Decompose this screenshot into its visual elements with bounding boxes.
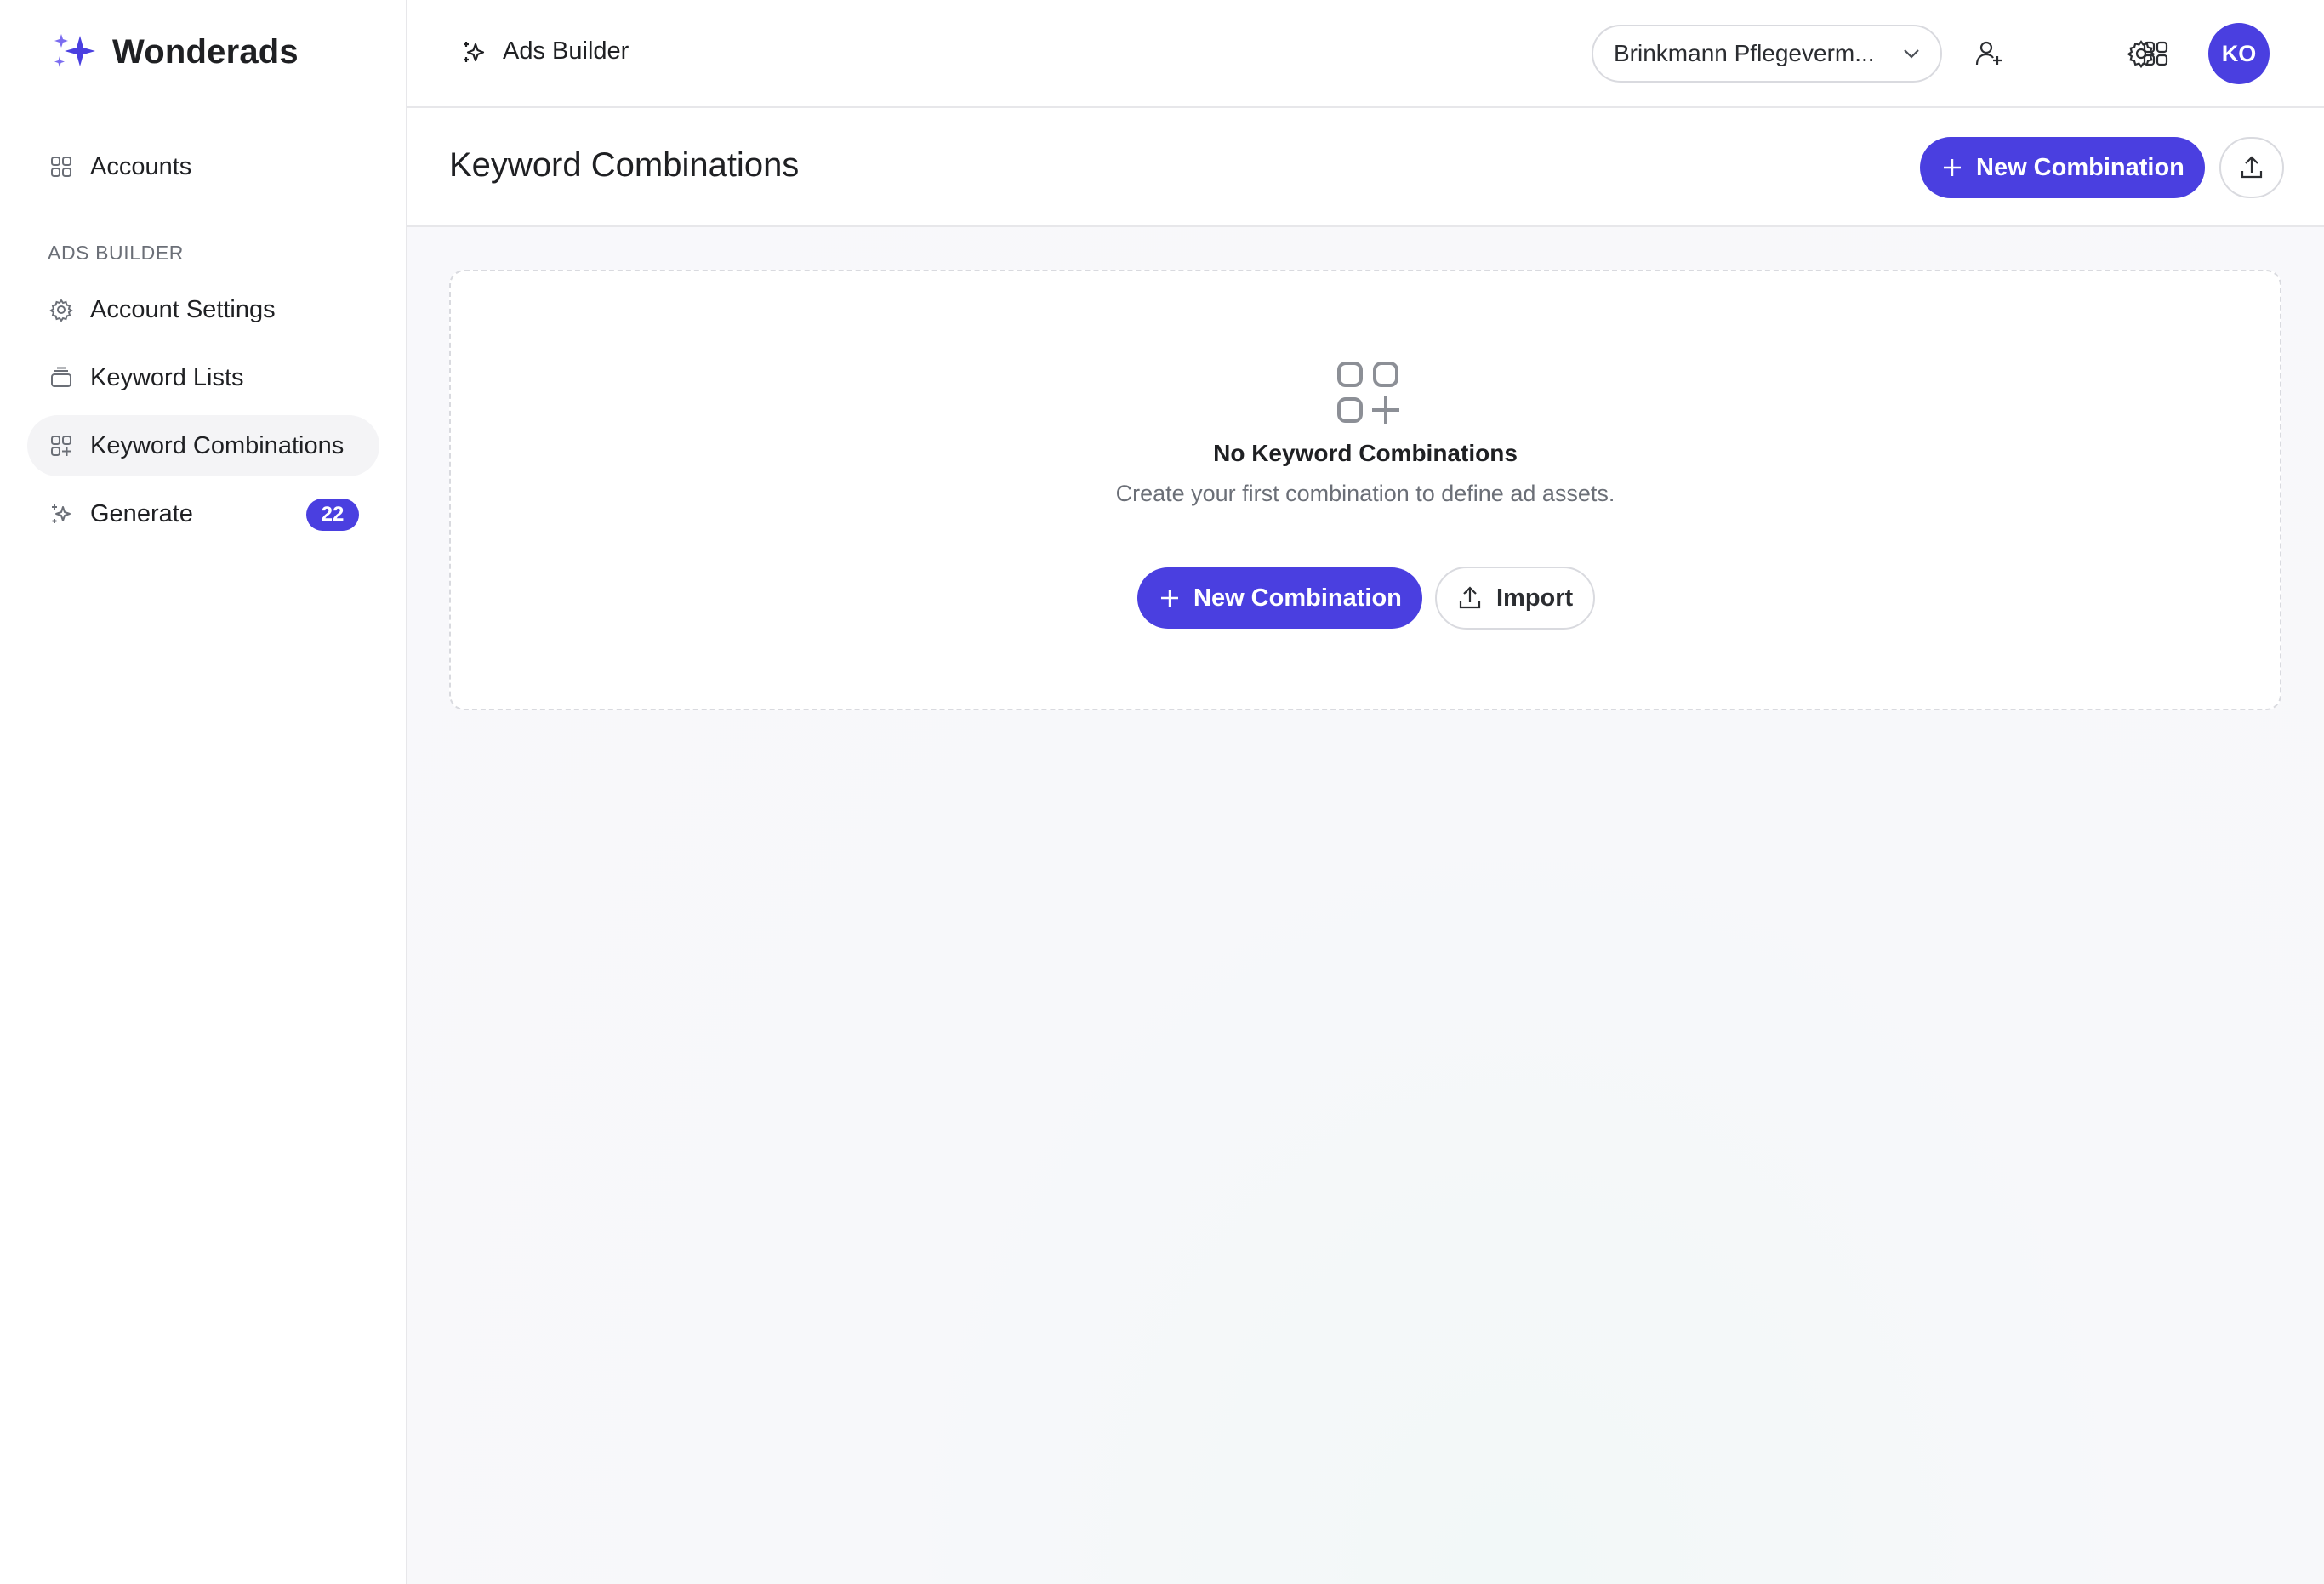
apps-grid-icon [2143, 41, 2168, 66]
brand-name: Wonderads [112, 32, 299, 71]
apps-grid-button[interactable] [2127, 26, 2184, 82]
sparkle-icon [49, 502, 73, 526]
button-label: New Combination [1193, 584, 1402, 612]
button-label: Import [1496, 584, 1574, 612]
sidebar-item-account-settings[interactable]: Account Settings [27, 279, 379, 340]
new-combination-button[interactable]: New Combination [1137, 567, 1422, 629]
sidebar-item-label: Keyword Combinations [90, 431, 345, 459]
top-bar: Ads Builder Brinkmann Pflegeverm... KO [407, 0, 2324, 108]
account-select[interactable]: Brinkmann Pflegeverm... [1592, 25, 1942, 83]
upload-icon [1459, 586, 1481, 609]
sidebar-item-keyword-combinations[interactable]: Keyword Combinations [27, 415, 379, 476]
stack-icon [49, 366, 73, 390]
grid-plus-icon [1337, 362, 1399, 424]
sidebar-item-label: Accounts [90, 152, 192, 180]
upload-button[interactable] [2219, 137, 2284, 198]
sidebar-item-label: Account Settings [90, 295, 276, 323]
sidebar-section-label: ADS BUILDER [48, 242, 184, 264]
main-area: Ads Builder Brinkmann Pflegeverm... KO K… [407, 0, 2324, 1584]
import-button[interactable]: Import [1435, 567, 1596, 630]
empty-state-title: No Keyword Combinations [1213, 440, 1518, 466]
empty-state-actions: New Combination Import [451, 567, 2280, 632]
page-title: Keyword Combinations [449, 146, 800, 184]
content-area: No Keyword Combinations Create your firs… [407, 227, 2324, 1584]
empty-state-subtitle: Create your first combination to define … [1115, 481, 1615, 506]
brand-logo[interactable]: Wonderads [49, 31, 299, 73]
count-badge: 22 [306, 499, 359, 531]
chevron-down-icon [1904, 49, 1919, 59]
plus-icon [1161, 590, 1178, 607]
sparkle-icon [464, 41, 485, 62]
sidebar-item-label: Keyword Lists [90, 363, 244, 391]
user-avatar[interactable]: KO [2208, 23, 2270, 84]
gear-icon [49, 298, 73, 322]
add-user-button[interactable] [1961, 26, 2017, 82]
sidebar-item-accounts[interactable]: Accounts [27, 136, 379, 197]
page-header: Keyword Combinations New Combination [407, 108, 2324, 227]
apps-button[interactable] [2033, 26, 2089, 82]
sidebar-item-keyword-lists[interactable]: Keyword Lists [27, 347, 379, 408]
sidebar-item-generate[interactable]: Generate 22 [27, 483, 379, 544]
add-user-icon [1975, 41, 2002, 66]
topbar-title: Ads Builder [460, 37, 629, 66]
grid-plus-icon [49, 434, 73, 458]
sidebar-item-label: Generate [90, 499, 193, 527]
sparkle-logo-icon [54, 34, 95, 67]
upload-icon [2241, 156, 2263, 179]
sidebar: Wonderads Accounts ADS BUILDER Account S… [0, 0, 407, 1584]
button-label: New Combination [1976, 153, 2184, 181]
app-section-title: Ads Builder [503, 37, 629, 65]
grid-icon [49, 155, 73, 179]
empty-state-card: No Keyword Combinations Create your firs… [449, 270, 2281, 710]
new-combination-button[interactable]: New Combination [1920, 137, 2205, 198]
account-select-value: Brinkmann Pflegeverm... [1614, 40, 1875, 66]
plus-icon [1944, 159, 1961, 176]
